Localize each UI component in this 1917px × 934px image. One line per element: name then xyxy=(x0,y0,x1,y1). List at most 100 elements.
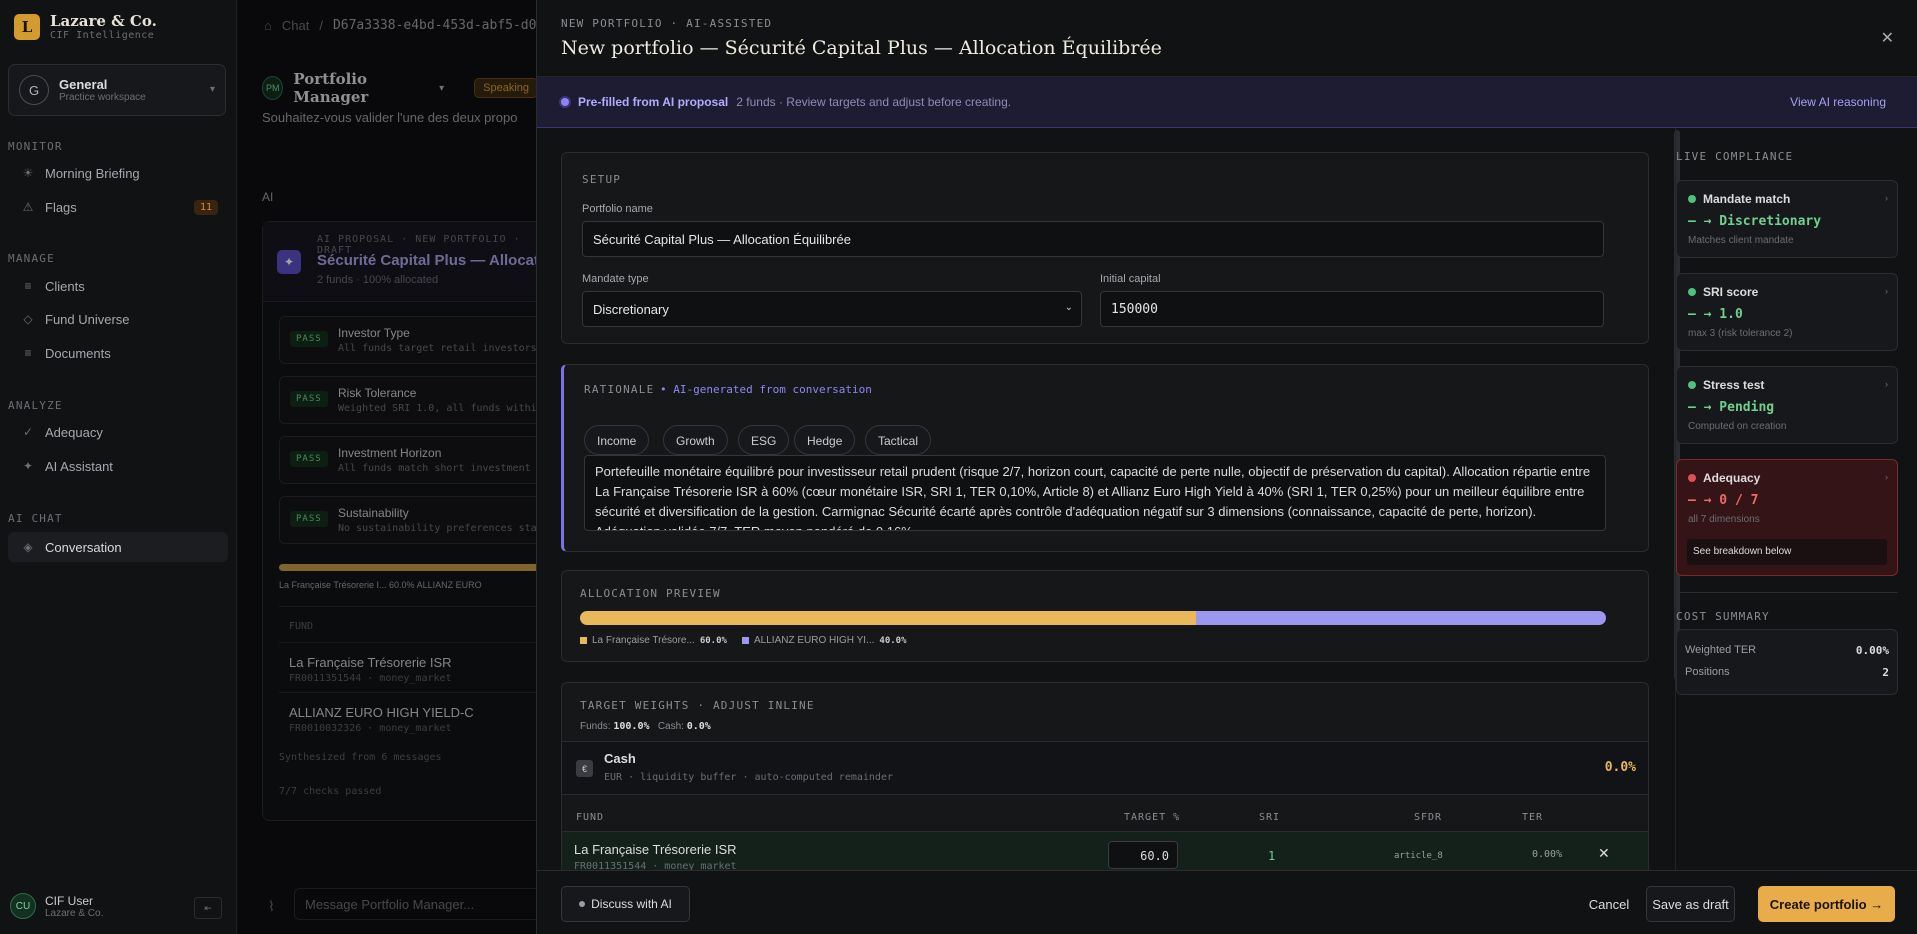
rationale-ai-tag: • AI-generated from conversation xyxy=(660,383,872,396)
rationale-panel: RATIONALE • AI-generated from conversati… xyxy=(561,364,1649,552)
close-icon[interactable]: ✕ xyxy=(1881,28,1894,48)
dot-icon xyxy=(579,901,586,907)
sparkle-icon: ✦ xyxy=(22,459,34,473)
sidebar-item-adequacy[interactable]: ✓ Adequacy xyxy=(8,417,228,447)
sidebar-item-flags[interactable]: ⚠ Flags 11 xyxy=(8,192,228,222)
save-draft-button[interactable]: Save as draft xyxy=(1646,886,1735,922)
legend-swatch xyxy=(580,637,587,644)
diamond-icon: ◇ xyxy=(23,312,33,326)
initial-capital-label: Initial capital xyxy=(1100,273,1161,285)
target-weights-label: TARGET WEIGHTS · ADJUST INLINE xyxy=(580,699,815,712)
sidebar-item-documents[interactable]: ≡ Documents xyxy=(8,338,228,368)
brand-logo: L xyxy=(14,13,40,40)
workspace-switcher[interactable]: G General Practice workspace ▾ xyxy=(8,64,226,116)
collapse-sidebar-button[interactable]: ⇤ xyxy=(194,897,222,919)
sidebar-item-label: Clients xyxy=(45,278,85,294)
compliance-sub: max 3 (risk tolerance 2) xyxy=(1688,328,1793,339)
legend-pct: 60.0% xyxy=(699,635,727,646)
sidebar-item-label: Flags xyxy=(45,199,77,215)
chip-esg[interactable]: ESG xyxy=(738,425,790,455)
drawer-kicker: NEW PORTFOLIO · AI-ASSISTED xyxy=(561,17,773,30)
legend-name: La Française Trésore... xyxy=(592,635,695,646)
compliance-value: — → 1.0 xyxy=(1688,307,1743,322)
discuss-with-ai-button[interactable]: Discuss with AI xyxy=(561,886,690,922)
user-sub: Lazare & Co. xyxy=(45,907,104,919)
new-portfolio-drawer: NEW PORTFOLIO · AI-ASSISTED New portfoli… xyxy=(536,0,1917,934)
compliance-title: SRI score xyxy=(1703,285,1759,299)
see-breakdown-button[interactable]: See breakdown below xyxy=(1687,539,1887,565)
view-ai-reasoning-link[interactable]: View AI reasoning xyxy=(1790,95,1886,109)
chevron-icon: › xyxy=(1885,379,1888,389)
allocation-bar xyxy=(580,611,1606,625)
compliance-sri-score[interactable]: SRI score › — → 1.0 max 3 (risk toleranc… xyxy=(1676,273,1898,351)
sidebar-item-label: Conversation xyxy=(45,539,122,555)
chip-tactical[interactable]: Tactical xyxy=(865,425,932,455)
mandate-type-value: Discretionary xyxy=(593,302,669,317)
chip-income[interactable]: Income xyxy=(584,425,650,455)
user-profile[interactable]: CU CIF User Lazare & Co. xyxy=(10,893,103,919)
modal-backdrop[interactable] xyxy=(238,0,538,934)
ter-value: 0.00% xyxy=(1532,849,1563,860)
create-portfolio-button[interactable]: Create portfolio → xyxy=(1758,886,1895,922)
sidebar-item-conversation[interactable]: ◈ Conversation xyxy=(8,532,228,562)
sidebar-item-morning-briefing[interactable]: ☀ Morning Briefing xyxy=(8,158,228,188)
avatar: CU xyxy=(10,893,36,919)
compliance-sub: Matches client mandate xyxy=(1688,235,1794,246)
sidebar-item-label: Adequacy xyxy=(45,424,103,440)
sidebar-item-label: Morning Briefing xyxy=(45,165,140,181)
live-compliance-label: LIVE COMPLIANCE xyxy=(1676,150,1794,163)
initial-capital-input[interactable]: 150000 xyxy=(1100,291,1604,327)
user-name: CIF User xyxy=(45,893,93,908)
nav-section-manage: MANAGE xyxy=(8,252,55,265)
mandate-type-select[interactable]: Discretionary ⌄ xyxy=(582,291,1082,327)
cancel-button[interactable]: Cancel xyxy=(1574,886,1644,922)
sidebar-item-ai-assistant[interactable]: ✦ AI Assistant xyxy=(8,451,228,481)
allocation-preview-panel: ALLOCATION PREVIEW La Française Trésore.… xyxy=(561,570,1649,662)
chip-growth[interactable]: Growth xyxy=(663,425,728,455)
fund-name: La Française Trésorerie ISR xyxy=(574,842,737,857)
allocation-segment xyxy=(580,611,1196,625)
drawer-footer: Discuss with AI Cancel Save as draft Cre… xyxy=(537,870,1917,934)
chevron-icon: › xyxy=(1885,472,1888,482)
status-dot-icon xyxy=(1688,474,1696,482)
compliance-title: Stress test xyxy=(1703,378,1765,392)
compliance-value: — → Discretionary xyxy=(1688,214,1822,229)
nav-section-analyze: ANALYZE xyxy=(8,399,63,412)
euro-icon: € xyxy=(576,760,593,777)
compliance-stress-test[interactable]: Stress test › — → Pending Computed on cr… xyxy=(1676,366,1898,444)
sri-value: 1 xyxy=(1268,849,1276,863)
sidebar-item-fund-universe[interactable]: ◇ Fund Universe xyxy=(8,304,228,334)
funds-pct: 100.0% xyxy=(613,721,650,732)
compliance-title: Mandate match xyxy=(1703,192,1791,206)
legend-swatch xyxy=(742,637,749,644)
col-sri: SRI xyxy=(1259,812,1281,823)
cash-pct: 0.0% xyxy=(686,721,711,732)
brand: L Lazare & Co. CIF Intelligence xyxy=(14,12,157,41)
mandate-type-label: Mandate type xyxy=(582,273,649,285)
weights-summary: Funds: 100.0% Cash: 0.0% xyxy=(580,721,711,732)
sun-icon: ☀ xyxy=(22,166,34,180)
rationale-textarea[interactable]: Portefeuille monétaire équilibré pour in… xyxy=(584,455,1606,531)
brand-name: Lazare & Co. xyxy=(50,12,157,30)
legend-name: ALLIANZ EURO HIGH YI... xyxy=(754,635,875,646)
sfdr-value: article_8 xyxy=(1394,851,1443,861)
target-pct-input[interactable]: 60.0 xyxy=(1108,841,1178,869)
compliance-mandate-match[interactable]: Mandate match › — → Discretionary Matche… xyxy=(1676,180,1898,258)
portfolio-name-label: Portfolio name xyxy=(582,203,653,215)
check-icon: ✓ xyxy=(22,425,34,439)
nav-section-ai-chat: AI CHAT xyxy=(8,512,63,525)
funds-pct-label: Funds: xyxy=(580,721,611,732)
remove-fund-icon[interactable]: ✕ xyxy=(1598,845,1610,862)
collapse-icon: ⇤ xyxy=(204,902,212,913)
chat-icon: ◈ xyxy=(23,540,33,554)
cash-sub: EUR · liquidity buffer · auto-computed r… xyxy=(604,772,893,783)
chevron-down-icon: ▾ xyxy=(209,84,215,95)
compliance-adequacy[interactable]: Adequacy › — → 0 / 7 all 7 dimensions Se… xyxy=(1676,459,1898,576)
chip-hedge[interactable]: Hedge xyxy=(794,425,856,455)
sidebar-item-clients[interactable]: ≡ Clients xyxy=(8,271,228,301)
compliance-sub: all 7 dimensions xyxy=(1688,514,1760,525)
cost-value: 2 xyxy=(1882,666,1889,679)
cash-title: Cash xyxy=(604,751,636,766)
portfolio-name-input[interactable]: Sécurité Capital Plus — Allocation Équil… xyxy=(582,221,1604,257)
sidebar-item-label: Documents xyxy=(45,345,111,361)
